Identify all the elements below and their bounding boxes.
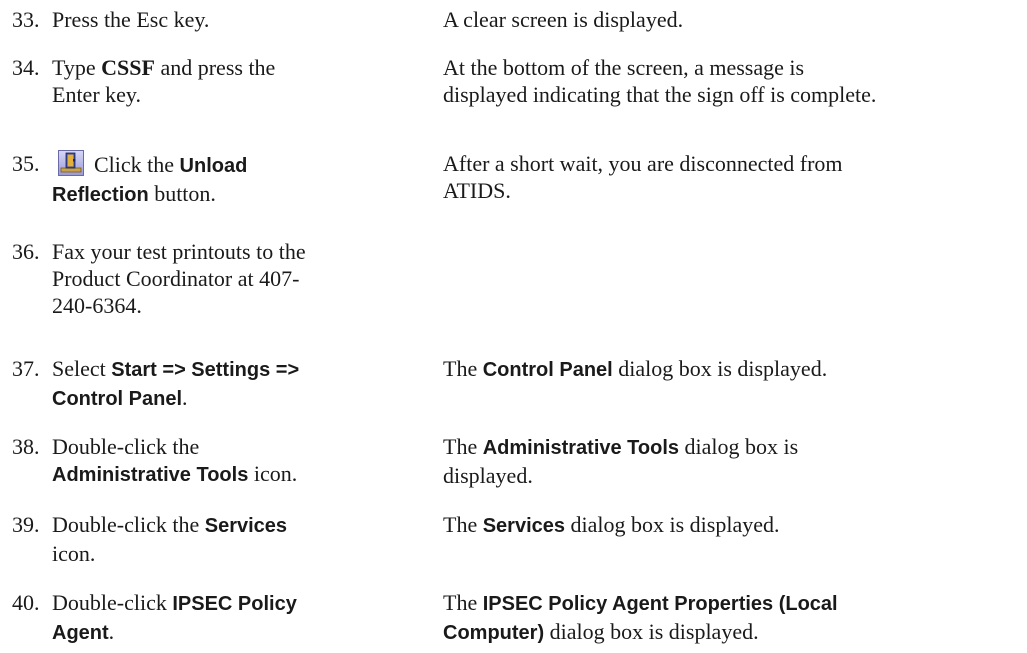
step-number: 33.: [12, 7, 40, 32]
step-result: The Administrative Tools dialog box is d…: [443, 434, 799, 488]
step-result: After a short wait, you are disconnected…: [443, 151, 843, 203]
service-name: IPSEC Policy: [172, 593, 297, 615]
button-name: Unload: [179, 155, 248, 177]
step-number: 34.: [12, 55, 40, 80]
button-name: Reflection: [52, 184, 149, 206]
dialog-name: Services: [482, 515, 565, 537]
icon-name: Administrative Tools: [52, 464, 249, 486]
dialog-name: Control Panel: [482, 359, 613, 381]
icon-name: Services: [204, 515, 288, 537]
step-result: The Control Panel dialog box is displaye…: [443, 356, 828, 381]
action-text: Press the Esc key.: [52, 7, 210, 32]
step-number: 35.: [12, 151, 40, 176]
step-number: 38.: [12, 434, 40, 459]
result-text: A clear screen is displayed.: [443, 7, 684, 32]
step-result: The Services dialog box is displayed.: [443, 512, 780, 537]
procedure-document: 33. Press the Esc key. A clear screen is…: [0, 0, 1027, 653]
service-name: Agent: [52, 622, 109, 644]
step-result: The IPSEC Policy Agent Properties (Local…: [443, 590, 838, 644]
step-result: At the bottom of the screen, a message i…: [443, 55, 877, 107]
command-text: CSSF: [101, 55, 155, 80]
dialog-name: Administrative Tools: [482, 437, 680, 459]
step-result: A clear screen is displayed.: [443, 6, 1023, 33]
menu-path: Start => Settings =>: [111, 359, 300, 381]
step-number: 36.: [12, 239, 40, 264]
dialog-name: Computer): [443, 622, 545, 644]
step-number: 40.: [12, 590, 40, 615]
unload-reflection-icon: [58, 150, 84, 176]
dialog-name: IPSEC Policy Agent Properties (Local: [482, 593, 838, 615]
step-number: 37.: [12, 356, 40, 381]
menu-path: Control Panel: [52, 388, 183, 410]
step-number: 39.: [12, 512, 40, 537]
